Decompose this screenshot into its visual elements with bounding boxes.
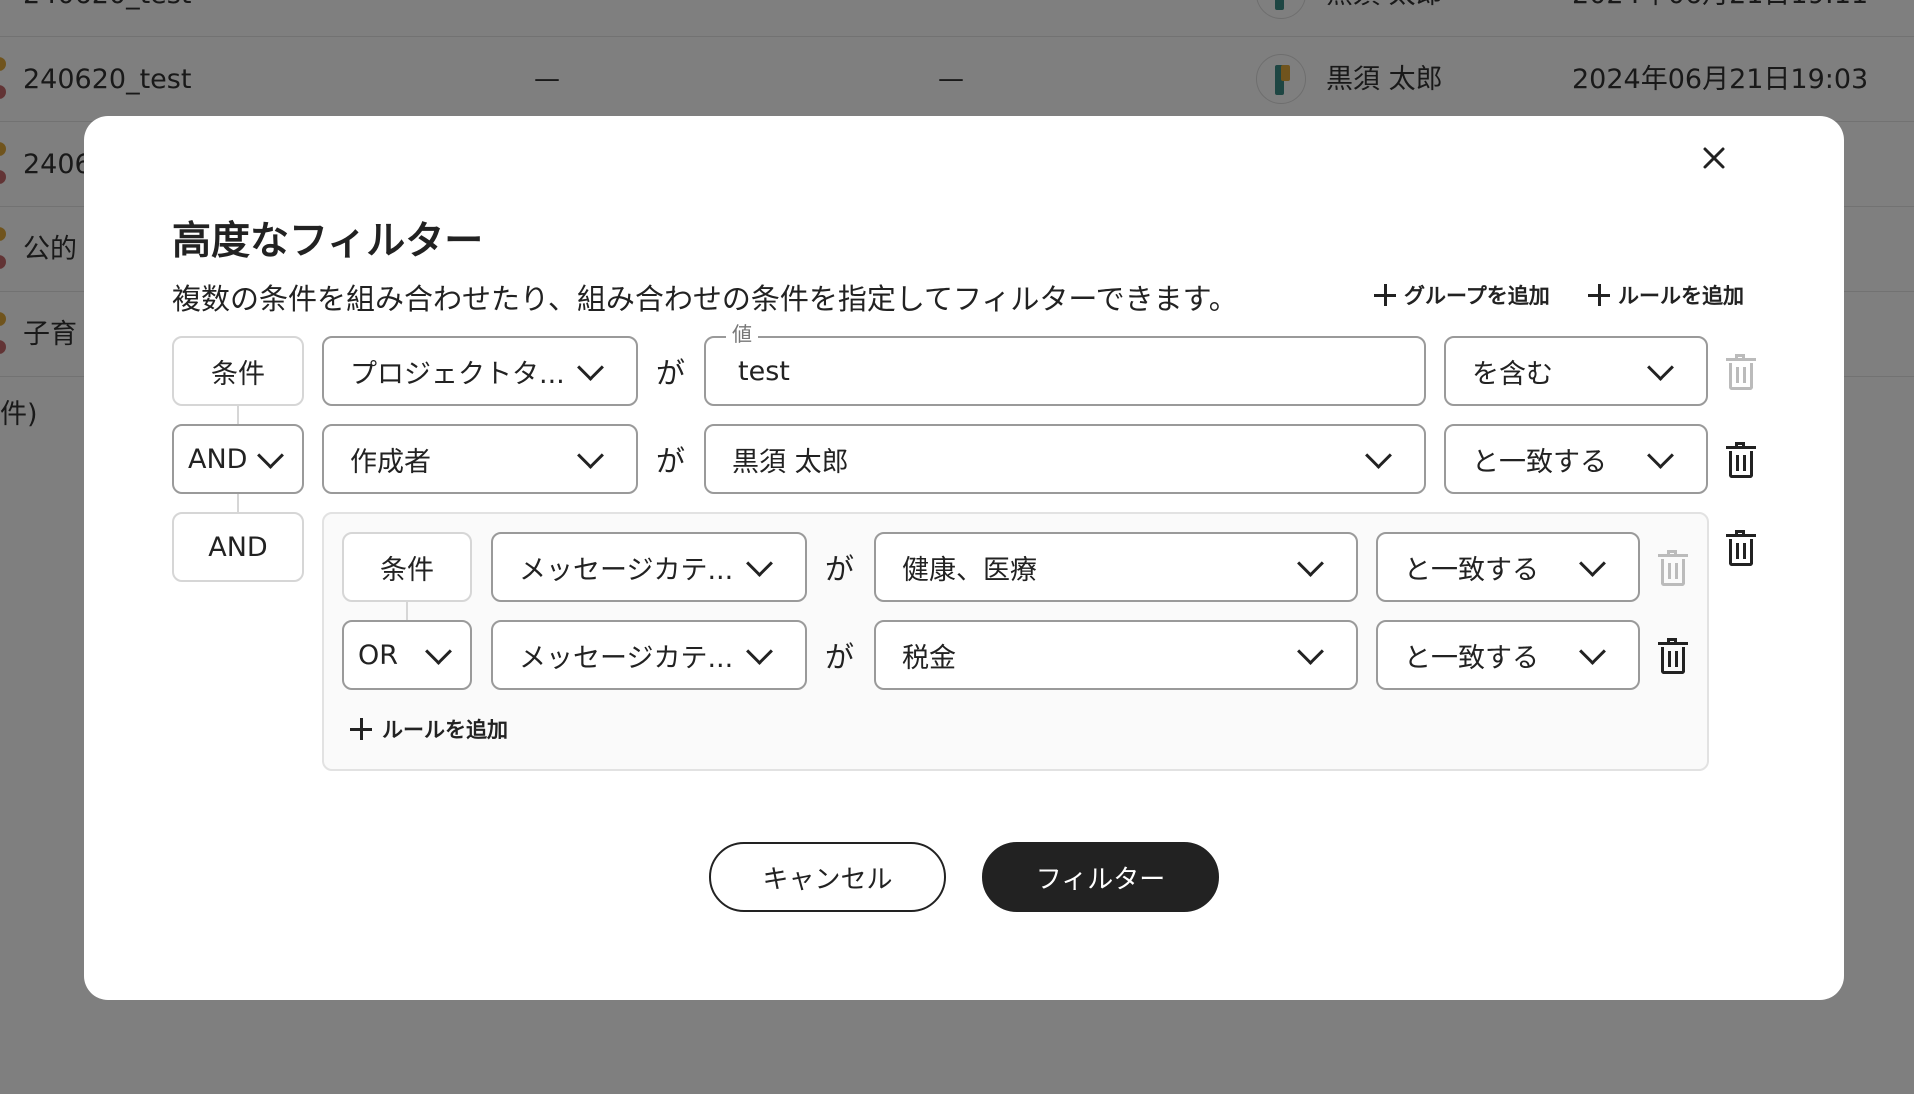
chevron-down-icon xyxy=(1365,441,1392,469)
connector-line xyxy=(237,406,239,424)
trash-icon[interactable] xyxy=(1726,530,1756,566)
trash-icon[interactable] xyxy=(1658,550,1688,586)
chevron-down-icon xyxy=(577,353,604,381)
logic-operator-select[interactable]: OR xyxy=(342,620,472,690)
plus-icon xyxy=(1588,284,1610,306)
chevron-down-icon xyxy=(1297,637,1324,665)
connector-line xyxy=(237,494,239,512)
field-select-value: メッセージカテ... xyxy=(519,554,734,586)
trash-icon[interactable] xyxy=(1726,354,1756,390)
field-select-value: メッセージカテ... xyxy=(519,642,734,674)
add-rule-label: ルールを追加 xyxy=(1618,284,1744,308)
plus-icon xyxy=(1374,284,1396,306)
chevron-down-icon xyxy=(425,637,452,665)
field-select[interactable]: メッセージカテ... xyxy=(491,620,807,690)
close-button[interactable] xyxy=(1696,140,1732,176)
operator-select-value: を含む xyxy=(1472,358,1553,390)
chevron-down-icon xyxy=(1647,353,1674,381)
operator-select-value: と一致する xyxy=(1404,642,1539,674)
value-floating-label: 値 xyxy=(726,322,758,346)
value-select[interactable]: 黒須 太郎 xyxy=(704,424,1426,494)
dialog-title: 高度なフィルター xyxy=(172,219,484,264)
cancel-button[interactable]: キャンセル xyxy=(709,842,946,912)
plus-icon xyxy=(350,718,372,740)
operator-select-value: と一致する xyxy=(1472,446,1607,478)
group-add-rule-button[interactable]: ルールを追加 xyxy=(350,714,508,744)
close-icon xyxy=(1703,147,1725,169)
value-input-text: test xyxy=(738,355,790,387)
field-select[interactable]: メッセージカテ... xyxy=(491,532,807,602)
chevron-down-icon xyxy=(1579,637,1606,665)
trash-icon[interactable] xyxy=(1658,638,1688,674)
value-select-value: 税金 xyxy=(902,642,956,674)
filter-button[interactable]: フィルター xyxy=(982,842,1219,912)
chevron-down-icon xyxy=(746,549,773,577)
field-select-value: プロジェクトタ... xyxy=(350,358,565,390)
trash-icon[interactable] xyxy=(1726,442,1756,478)
ga-label: が xyxy=(825,640,855,674)
chevron-down-icon xyxy=(577,441,604,469)
operator-select[interactable]: と一致する xyxy=(1376,620,1640,690)
chevron-down-icon xyxy=(746,637,773,665)
group-connector-label: AND xyxy=(172,512,304,582)
add-group-label: グループを追加 xyxy=(1404,284,1550,308)
value-select-value: 健康、医療 xyxy=(902,554,1037,586)
field-select[interactable]: プロジェクトタ... xyxy=(322,336,638,406)
operator-select[interactable]: と一致する xyxy=(1444,424,1708,494)
chevron-down-icon xyxy=(1297,549,1324,577)
value-select[interactable]: 税金 xyxy=(874,620,1358,690)
value-input[interactable]: test xyxy=(704,336,1426,406)
rule-condition-label: 条件 xyxy=(172,336,304,406)
chevron-down-icon xyxy=(1579,549,1606,577)
field-select[interactable]: 作成者 xyxy=(322,424,638,494)
ga-label: が xyxy=(656,356,686,390)
ga-label: が xyxy=(656,444,686,478)
ga-label: が xyxy=(825,552,855,586)
group-rule-condition-label: 条件 xyxy=(342,532,472,602)
logic-operator-value: AND xyxy=(188,443,248,475)
operator-select[interactable]: と一致する xyxy=(1376,532,1640,602)
chevron-down-icon xyxy=(1647,441,1674,469)
logic-operator-value: OR xyxy=(358,639,399,671)
field-select-value: 作成者 xyxy=(350,446,431,478)
dialog-description: 複数の条件を組み合わせたり、組み合わせの条件を指定してフィルターできます。 xyxy=(172,282,1238,316)
group-add-rule-label: ルールを追加 xyxy=(382,718,508,742)
chevron-down-icon xyxy=(257,441,284,469)
value-select[interactable]: 健康、医療 xyxy=(874,532,1358,602)
logic-operator-select[interactable]: AND xyxy=(172,424,304,494)
connector-line xyxy=(406,602,408,620)
add-group-button[interactable]: グループを追加 xyxy=(1374,280,1550,310)
operator-select[interactable]: を含む xyxy=(1444,336,1708,406)
add-rule-button[interactable]: ルールを追加 xyxy=(1588,280,1744,310)
operator-select-value: と一致する xyxy=(1404,554,1539,586)
value-select-value: 黒須 太郎 xyxy=(732,446,849,478)
